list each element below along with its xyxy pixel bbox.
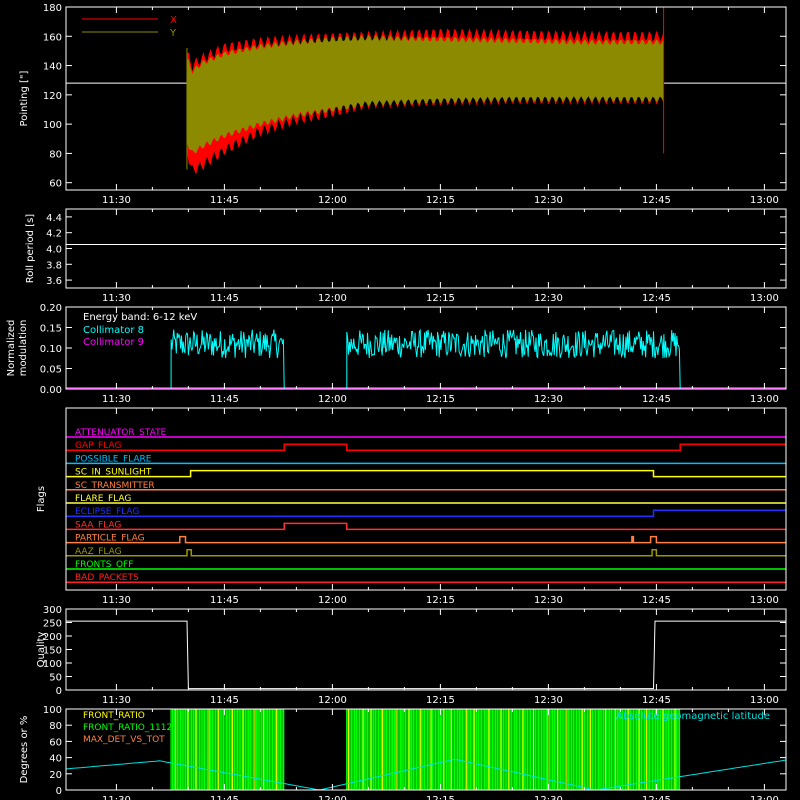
y-tick-label: 50 xyxy=(49,673,62,684)
front-ratio-legend-2: MAX_DET_VS_TOT xyxy=(83,735,165,745)
flag-label-sc-transmitter: SC_TRANSMITTER xyxy=(75,481,155,491)
x-tick-label: 12:30 xyxy=(534,795,563,800)
roll-period-ylabel: Roll period [s] xyxy=(25,214,36,283)
front-ratio-legend-0: FRONT_RATIO xyxy=(83,711,145,721)
y-tick-label: 160 xyxy=(43,32,62,43)
x-tick-label: 12:00 xyxy=(318,695,347,706)
y-tick-label: 3.6 xyxy=(46,276,62,287)
x-tick-label: 11:45 xyxy=(210,695,239,706)
x-tick-label: 12:15 xyxy=(426,195,455,206)
y-tick-label: 60 xyxy=(49,179,62,190)
x-tick-label: 11:30 xyxy=(102,695,131,706)
flag-label-saa-flag: SAA_FLAG xyxy=(75,520,121,530)
y-tick-label: 180 xyxy=(43,3,62,14)
y-tick-label: 0 xyxy=(56,786,62,797)
x-tick-label: 13:00 xyxy=(750,695,779,706)
geomag-annotation: Absolute geomagnetic latitude xyxy=(616,711,770,722)
flag-label-bad-packets: BAD_PACKETS xyxy=(75,573,139,583)
flag-label-particle-flag: PARTICLE_FLAG xyxy=(75,534,145,544)
y-tick-label: 4.0 xyxy=(46,245,62,256)
flag-label-flare-flag: FLARE_FLAG xyxy=(75,494,131,504)
x-tick-label: 12:45 xyxy=(642,595,671,606)
quality-ylabel: Quality xyxy=(36,632,47,668)
x-tick-label: 11:30 xyxy=(102,595,131,606)
x-tick-label: 11:45 xyxy=(210,795,239,800)
x-tick-label: 12:00 xyxy=(318,595,347,606)
x-tick-label: 12:45 xyxy=(642,795,671,800)
modulation-legend-9: Collimator 9 xyxy=(83,337,144,348)
x-tick-label: 11:30 xyxy=(102,195,131,206)
flag-label-attenuator-state: ATTENUATOR_STATE xyxy=(75,428,167,438)
x-tick-label: 11:45 xyxy=(210,595,239,606)
y-tick-label: 300 xyxy=(43,605,62,616)
energy-band-label: Energy band: 6-12 keV xyxy=(83,312,197,323)
y-tick-label: 140 xyxy=(43,62,62,73)
x-tick-label: 12:00 xyxy=(318,293,347,304)
x-tick-label: 12:00 xyxy=(318,795,347,800)
flag-label-aaz-flag: AAZ_FLAG xyxy=(75,547,122,557)
flag-label-eclipse-flag: ECLIPSE_FLAG xyxy=(75,507,139,517)
x-tick-label: 11:45 xyxy=(210,195,239,206)
x-tick-label: 11:30 xyxy=(102,293,131,304)
flag-label-fronts-off: FRONTS_OFF xyxy=(75,560,133,570)
front-ratio-legend-1: FRONT_RATIO_1112 xyxy=(83,723,172,733)
x-tick-label: 12:15 xyxy=(426,293,455,304)
x-tick-label: 11:30 xyxy=(102,394,131,405)
legend-label-y: Y xyxy=(169,28,177,39)
x-tick-label: 13:00 xyxy=(750,595,779,606)
flag-label-sc-in-sunlight: SC_IN_SUNLIGHT xyxy=(75,468,152,478)
y-tick-label: 100 xyxy=(43,705,62,716)
y-tick-label: 3.8 xyxy=(46,260,62,271)
modulation-ylabel-line1: Normalized xyxy=(6,320,17,377)
x-tick-label: 12:45 xyxy=(642,293,671,304)
x-tick-label: 12:45 xyxy=(642,394,671,405)
x-tick-label: 12:00 xyxy=(318,195,347,206)
x-tick-label: 12:00 xyxy=(318,394,347,405)
x-tick-label: 11:30 xyxy=(102,795,131,800)
flag-label-possible-flare: POSSIBLE_FLARE xyxy=(75,454,152,464)
y-tick-label: 120 xyxy=(43,91,62,102)
x-tick-label: 13:00 xyxy=(750,795,779,800)
figure: 11:30 11:45 12:00 12:15 12:30 12:45 13:00 60 80 1… xyxy=(0,0,800,800)
flag-label-gap-flag: GAP_FLAG xyxy=(75,441,121,451)
x-tick-label: 12:30 xyxy=(534,195,563,206)
x-tick-label: 11:45 xyxy=(210,394,239,405)
y-tick-label: 4.2 xyxy=(46,229,62,240)
y-tick-label: 4.4 xyxy=(46,213,62,224)
pointing-ylabel: Pointing ["] xyxy=(19,70,30,126)
flags-ylabel: Flags xyxy=(36,486,47,512)
x-tick-label: 12:45 xyxy=(642,195,671,206)
x-tick-label: 13:00 xyxy=(750,394,779,405)
legend-label-x: X xyxy=(170,15,177,26)
y-tick-label: 250 xyxy=(43,619,62,630)
x-tick-label: 12:30 xyxy=(534,394,563,405)
x-tick-label: 12:30 xyxy=(534,595,563,606)
y-tick-label: 0.20 xyxy=(40,303,62,314)
y-tick-label: 0.10 xyxy=(40,344,62,355)
x-tick-label: 12:30 xyxy=(534,695,563,706)
y-tick-label: 80 xyxy=(49,721,62,732)
y-tick-label: 0.00 xyxy=(40,385,62,396)
x-tick-label: 12:45 xyxy=(642,695,671,706)
y-tick-label: 40 xyxy=(49,754,62,765)
x-tick-label: 12:15 xyxy=(426,394,455,405)
x-tick-label: 12:15 xyxy=(426,595,455,606)
y-tick-label: 100 xyxy=(43,120,62,131)
x-tick-label: 13:00 xyxy=(750,293,779,304)
front-ratio-ylabel: Degrees or % xyxy=(19,716,30,784)
modulation-legend-8: Collimator 8 xyxy=(83,325,144,336)
y-tick-label: 20 xyxy=(49,770,62,781)
y-tick-label: 0 xyxy=(56,686,62,697)
y-tick-label: 60 xyxy=(49,737,62,748)
y-tick-label: 0.15 xyxy=(40,324,62,335)
modulation-ylabel-line2: modulation xyxy=(18,320,29,377)
x-tick-label: 11:45 xyxy=(210,293,239,304)
x-tick-label: 13:00 xyxy=(750,195,779,206)
x-tick-label: 12:15 xyxy=(426,695,455,706)
y-tick-label: 0.05 xyxy=(40,365,62,376)
y-tick-label: 80 xyxy=(49,149,62,160)
x-tick-label: 12:15 xyxy=(426,795,455,800)
x-tick-label: 12:30 xyxy=(534,293,563,304)
